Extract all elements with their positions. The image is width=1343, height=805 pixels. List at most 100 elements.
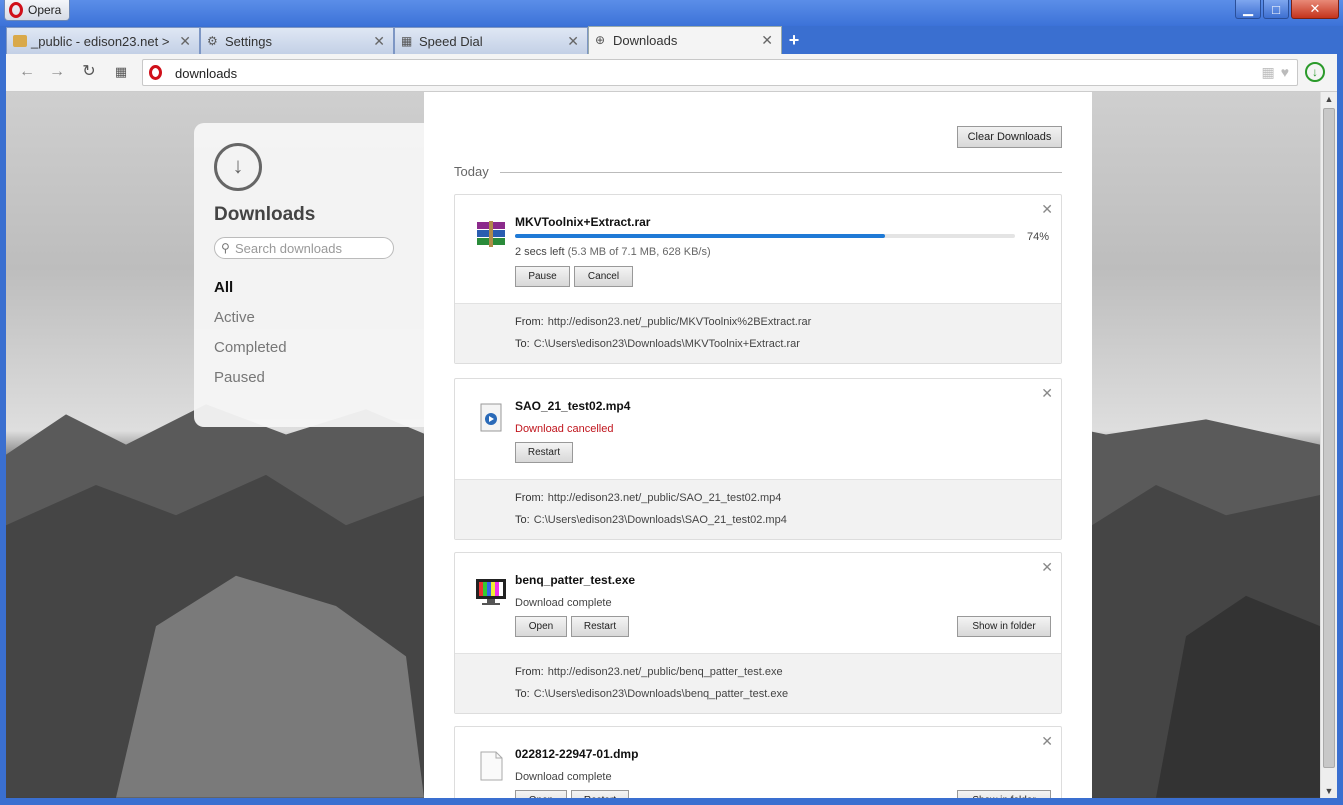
download-status: 2 secs left (5.3 MB of 7.1 MB, 628 KB/s) [515,246,711,258]
from-value[interactable]: http://edison23.net/_public/SAO_21_test0… [548,492,782,504]
speed-dial-add-icon[interactable]: ▦ [1261,64,1274,81]
video-file-icon [480,403,502,432]
tab-close-icon[interactable]: ✕ [373,33,385,50]
to-value: C:\Users\edison23\Downloads\MKVToolnix+E… [533,338,800,350]
blank-file-icon [480,751,503,781]
opera-menu-button[interactable]: Opera [4,0,71,21]
restart-button[interactable]: Restart [515,442,573,463]
from-value[interactable]: http://edison23.net/_public/benq_patter_… [548,666,783,678]
filter-completed[interactable]: Completed [214,339,287,356]
monitor-exe-icon [476,579,506,605]
rar-archive-icon [477,221,505,247]
opera-page-icon [149,65,162,80]
page-scrollbar[interactable]: ▲ ▼ [1320,92,1337,798]
download-indicator-icon[interactable]: ↓ [1305,62,1325,82]
to-value: C:\Users\edison23\Downloads\SAO_21_test0… [533,514,787,526]
forward-arrow-icon[interactable]: → [48,63,66,81]
clear-downloads-button[interactable]: Clear Downloads [957,126,1062,148]
tab-settings[interactable]: ⚙ Settings ✕ [200,27,394,54]
tab-close-icon[interactable]: ✕ [567,33,579,50]
address-bar[interactable]: downloads ▦ ♥ [142,59,1298,86]
tab-close-icon[interactable]: ✕ [179,33,191,50]
file-name[interactable]: benq_patter_test.exe [515,573,635,587]
remove-item-icon[interactable]: ✕ [1041,201,1053,218]
progress-bar [515,234,1015,238]
progress-fill [515,234,885,238]
download-item: ✕ MKVToolnix+Extract.rar 74% 2 secs left… [454,194,1062,364]
to-label: To: [515,688,530,700]
show-in-folder-button[interactable]: Show in folder [957,616,1051,637]
destination-path: To: C:\Users\edison23\Downloads\benq_patt… [515,688,788,700]
restart-button[interactable]: Restart [571,790,629,798]
transfer-detail: (5.3 MB of 7.1 MB, 628 KB/s) [567,246,711,258]
reload-icon[interactable]: ↻ [80,63,98,81]
filter-all[interactable]: All [214,279,233,296]
time-left: 2 secs left [515,246,565,258]
section-heading: Today [454,164,489,179]
scroll-down-icon[interactable]: ▼ [1321,784,1337,798]
address-text[interactable]: downloads [175,66,237,81]
address-actions: ▦ ♥ [1261,64,1289,81]
destination-path: To: C:\Users\edison23\Downloads\SAO_21_te… [515,514,787,526]
source-url: From: http://edison23.net/_public/benq_pa… [515,666,783,678]
download-status: Download complete [515,597,612,609]
show-in-folder-button[interactable]: Show in folder [957,790,1051,798]
search-input[interactable] [235,240,385,256]
to-value: C:\Users\edison23\Downloads\benq_patter_… [533,688,789,700]
maximize-button[interactable]: □ [1263,0,1289,19]
back-arrow-icon[interactable]: ← [18,63,36,81]
heart-icon[interactable]: ♥ [1281,64,1289,81]
to-label: To: [515,338,530,350]
download-item: ✕ benq_patter_test.exe Download complete… [454,552,1062,714]
downloads-sidebar: ↓ Downloads ⚲ All Active Completed Pause… [194,123,424,427]
tab-strip: _public - edison23.net > ✕ ⚙ Settings ✕ … [6,26,1337,54]
open-button[interactable]: Open [515,616,567,637]
download-item: ✕ 022812-22947-01.dmp Download complete … [454,726,1062,798]
tab-close-icon[interactable]: ✕ [761,32,773,49]
folder-icon [13,35,27,47]
scrollbar-thumb[interactable] [1323,108,1335,768]
minimize-button[interactable]: ▁ [1235,0,1261,19]
filter-active[interactable]: Active [214,309,255,326]
source-url: From: http://edison23.net/_public/MKVTool… [515,316,811,328]
restart-button[interactable]: Restart [571,616,629,637]
downloads-page: ↓ Downloads ⚲ All Active Completed Pause… [6,92,1320,798]
search-field[interactable]: ⚲ [214,237,394,259]
cancel-button[interactable]: Cancel [574,266,633,287]
file-name[interactable]: MKVToolnix+Extract.rar [515,215,650,229]
from-value[interactable]: http://edison23.net/_public/MKVToolnix%2… [548,316,812,328]
remove-item-icon[interactable]: ✕ [1041,385,1053,402]
title-bar: Opera ▁ □ ✕ [0,0,1343,26]
navigation-toolbar: ← → ↻ ▦ downloads ▦ ♥ ↓ [6,54,1337,92]
window-controls: ▁ □ ✕ [1235,0,1339,19]
grid-icon: ▦ [401,34,413,48]
opera-menu-label: Opera [28,3,62,17]
tab-downloads[interactable]: ⊕ Downloads ✕ [588,26,782,54]
scroll-up-icon[interactable]: ▲ [1321,92,1337,106]
to-label: To: [515,514,530,526]
download-item: ✕ SAO_21_test02.mp4 Download cancelled R… [454,378,1062,540]
open-button[interactable]: Open [515,790,567,798]
new-tab-button[interactable]: + [782,27,806,54]
remove-item-icon[interactable]: ✕ [1041,733,1053,750]
file-name[interactable]: SAO_21_test02.mp4 [515,399,630,413]
download-status: Download complete [515,771,612,783]
download-status: Download cancelled [515,423,614,435]
download-circle-icon: ↓ [214,143,262,191]
tab-title: Settings [225,33,272,49]
file-name[interactable]: 022812-22947-01.dmp [515,747,638,761]
download-icon: ⊕ [595,33,606,47]
pause-button[interactable]: Pause [515,266,570,287]
tab-speed-dial[interactable]: ▦ Speed Dial ✕ [394,27,588,54]
tab-public[interactable]: _public - edison23.net > ✕ [6,27,200,54]
downloads-list-panel: Clear Downloads Today ✕ MKVToolnix+Extra… [424,92,1092,798]
sidebar-title: Downloads [214,204,316,225]
opera-logo-icon [9,2,23,18]
gear-icon: ⚙ [207,34,218,48]
divider [500,172,1062,173]
speed-dial-grid-icon[interactable]: ▦ [112,63,130,81]
tab-title: _public - edison23.net > [31,33,170,49]
remove-item-icon[interactable]: ✕ [1041,559,1053,576]
filter-paused[interactable]: Paused [214,369,265,386]
close-window-button[interactable]: ✕ [1291,0,1339,19]
